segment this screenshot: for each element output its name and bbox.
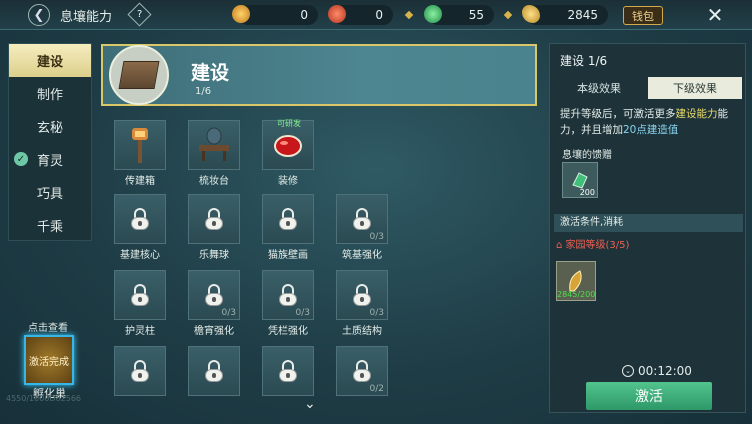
cost-slot[interactable]: 2845/200	[556, 261, 596, 301]
tab-current-effect[interactable]: 本级效果	[552, 77, 646, 99]
skill-item-locked[interactable]: 护灵柱	[110, 270, 170, 337]
lock-icon	[279, 284, 297, 306]
nav-item-vehicles[interactable]: 千乘	[9, 209, 91, 242]
timer: ⌄ 00:12:00	[622, 364, 692, 378]
view-hint: 点击查看	[28, 323, 68, 334]
help-icon: ?	[136, 9, 143, 20]
green-jade-icon	[424, 5, 442, 23]
lock-icon	[279, 360, 297, 382]
skill-item-locked[interactable]: 0/3 檐宵强化	[184, 270, 244, 337]
lock-icon	[353, 208, 371, 230]
vanity-table-icon	[188, 120, 240, 170]
scroll-down-chevron-icon[interactable]: ⌄	[304, 396, 316, 412]
category-progress: 1/6	[195, 86, 212, 97]
skill-item-locked[interactable]	[258, 346, 318, 396]
upgrade-progress: 0/3	[369, 232, 384, 242]
lock-icon	[205, 284, 223, 306]
detail-panel: 建设 1/6 本级效果 下级效果 提升等级后，可激活更多建设能力能力，并且增加2…	[549, 43, 746, 413]
skill-item-locked[interactable]: 猫族壁画	[258, 194, 318, 261]
flame-token-icon	[232, 5, 250, 23]
red-orb-icon: 可研发	[262, 119, 314, 170]
upgrade-progress: 0/3	[295, 308, 310, 318]
skill-item-locked[interactable]	[184, 346, 244, 396]
category-title: 建设	[191, 62, 230, 84]
researchable-badge: 可研发	[277, 119, 301, 128]
panel-title: 建设 1/6	[560, 54, 608, 68]
faint-id-text: 4550/1000D82566	[6, 394, 82, 403]
close-icon: ✕	[706, 3, 724, 27]
skill-item-locked[interactable]: 0/3 土质结构	[332, 270, 392, 337]
top-bar: ❮ 息壤能力 ? 0 0 55 2845 钱包 ✕	[0, 0, 752, 30]
skill-item-locked[interactable]: 0/2	[332, 346, 392, 396]
category-nav: 建设 制作 玄秘 ✓ 育灵 巧具 千乘	[8, 43, 92, 241]
lock-icon	[131, 360, 149, 382]
check-icon: ✓	[14, 152, 28, 166]
home-icon: ⌂	[556, 240, 566, 251]
category-header: 建设 1/6	[101, 44, 537, 106]
effect-description: 提升等级后，可激活更多建设能力能力，并且增加20点建造值	[560, 108, 728, 136]
lock-icon	[353, 360, 371, 382]
skill-item[interactable]: 梳妆台	[184, 120, 244, 187]
lock-icon	[205, 208, 223, 230]
material-slot[interactable]: 200	[562, 162, 598, 198]
plus-diamond-icon[interactable]	[404, 10, 414, 20]
red-ore-icon	[328, 5, 346, 23]
nav-item-build[interactable]: 建设	[9, 44, 91, 77]
window-title: 息壤能力	[60, 10, 113, 25]
skill-item[interactable]: 传建箱	[110, 120, 170, 187]
lock-icon	[131, 284, 149, 306]
upgrade-progress: 0/2	[369, 384, 384, 394]
resource-flame: 0	[238, 5, 318, 25]
lock-icon	[353, 284, 371, 306]
nav-item-craft[interactable]: 制作	[9, 77, 91, 110]
lantern-post-icon	[114, 120, 166, 170]
skill-item-locked[interactable]: 0/3 凭栏强化	[258, 270, 318, 337]
upgrade-progress: 0/3	[221, 308, 236, 318]
chevron-left-icon: ❮	[33, 7, 45, 23]
nav-item-tools[interactable]: 巧具	[9, 176, 91, 209]
plus-diamond-icon[interactable]	[503, 10, 513, 20]
activate-done-button[interactable]: 激活完成	[24, 335, 74, 385]
skill-item-locked[interactable]: 乐舞球	[184, 194, 244, 261]
back-button[interactable]: ❮	[28, 4, 50, 26]
lock-icon	[279, 208, 297, 230]
help-button[interactable]: ?	[127, 2, 152, 27]
skill-item-locked[interactable]	[110, 346, 170, 396]
close-button[interactable]: ✕	[700, 3, 730, 27]
skill-item[interactable]: 可研发 装修	[258, 119, 318, 187]
condition-header: 激活条件,消耗	[554, 214, 743, 232]
lock-icon	[131, 208, 149, 230]
clock-icon: ⌄	[622, 365, 634, 377]
tab-next-effect[interactable]: 下级效果	[648, 77, 742, 99]
activate-button[interactable]: 激活	[586, 382, 712, 410]
material-title: 息壤的馈赠	[562, 150, 612, 161]
condition-requirement: ⌂ 家园等级(3/5)	[556, 240, 630, 251]
nav-item-mystic[interactable]: 玄秘	[9, 110, 91, 143]
skill-item-locked[interactable]: 基建核心	[110, 194, 170, 261]
upgrade-progress: 0/3	[369, 308, 384, 318]
wallet-button[interactable]: 钱包	[623, 6, 663, 25]
skill-item-locked[interactable]: 0/3 筑基强化	[332, 194, 392, 261]
lock-icon	[205, 360, 223, 382]
nav-item-nurture[interactable]: ✓ 育灵	[9, 143, 91, 176]
crate-icon	[109, 45, 169, 105]
gold-feather-icon	[522, 5, 540, 23]
